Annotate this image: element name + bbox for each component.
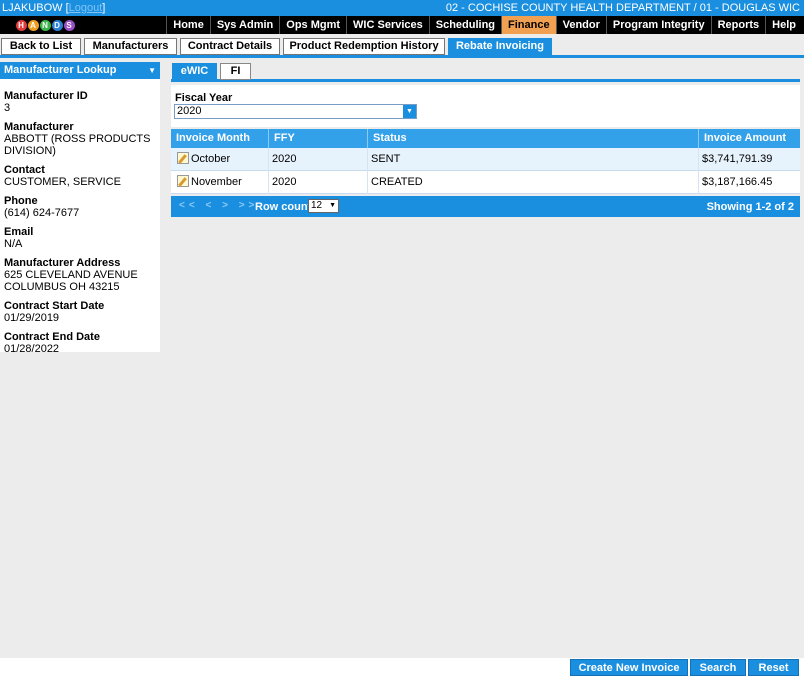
col-invoice-month[interactable]: Invoice Month [171, 129, 269, 148]
cell-ffy: 2020 [269, 171, 368, 194]
field-contact: Contact CUSTOMER, SERVICE [0, 164, 160, 188]
field-label: Phone [4, 195, 38, 207]
edit-icon[interactable] [177, 175, 189, 187]
field-label: Contact [4, 164, 45, 176]
menu-reports[interactable]: Reports [710, 16, 766, 34]
menu-bar: Home Sys Admin Ops Mgmt WIC Services Sch… [166, 16, 802, 34]
cell-invoice-amount: $3,741,791.39 [702, 153, 773, 165]
menu-vendor[interactable]: Vendor [555, 16, 606, 34]
field-manufacturer-id: Manufacturer ID 3 [0, 90, 160, 114]
row-count-select[interactable]: 12 ▼ [308, 199, 339, 213]
footer-bar: Create New Invoice Search Reset [0, 658, 804, 677]
menu-home[interactable]: Home [166, 16, 210, 34]
field-value: N/A [4, 238, 23, 250]
field-value: ABBOTT (ROSS PRODUCTS [4, 133, 151, 145]
logo-letter: S [63, 19, 75, 31]
search-button[interactable]: Search [690, 659, 746, 676]
cell-status: CREATED [368, 171, 699, 194]
field-value: 3 [4, 102, 11, 114]
field-label: Contract End Date [4, 331, 100, 343]
grid-pager: << < > >> Row count: 12 ▼ Showing 1-2 of … [171, 196, 800, 217]
manufacturer-sidebar: Manufacturer Lookup ▼ Manufacturer ID 3 M… [0, 62, 160, 355]
row-count-value: 12 [311, 200, 323, 211]
hands-logo: H A N D S [4, 16, 86, 34]
top-bar: LJAKUBOW [Logout] 02 - COCHISE COUNTY HE… [0, 0, 804, 16]
invoice-month-text: November [191, 176, 242, 188]
field-label: Contract Start Date [4, 300, 105, 312]
chevron-down-icon: ▼ [403, 105, 416, 118]
logo-letter: D [51, 19, 63, 31]
field-manufacturer: Manufacturer ABBOTT (ROSS PRODUCTS DIVIS… [0, 121, 160, 157]
col-invoice-amount[interactable]: Invoice Amount [699, 129, 800, 148]
cell-ffy: 2020 [269, 148, 368, 171]
tab-fi[interactable]: FI [220, 63, 251, 80]
fiscal-year-select[interactable]: 2020 ▼ [174, 104, 417, 119]
menu-ops-mgmt[interactable]: Ops Mgmt [279, 16, 346, 34]
field-value: 625 CLEVELAND AVENUE [4, 269, 138, 281]
chevron-down-icon: ▼ [148, 66, 156, 75]
cell-invoice-month: October [171, 148, 269, 171]
cell-status: SENT [368, 148, 699, 171]
field-value: 01/29/2019 [4, 312, 60, 324]
user-info: LJAKUBOW [Logout] [2, 2, 106, 14]
page-tabs: Back to List Manufacturers Contract Deta… [0, 38, 804, 58]
field-label: Manufacturer Address [4, 257, 121, 269]
tab-rebate-invoicing[interactable]: Rebate Invoicing [448, 38, 552, 55]
field-contract-end-date: Contract End Date 01/28/2022 [0, 331, 160, 355]
field-value: CUSTOMER, SERVICE [4, 176, 121, 188]
department-label: 02 - COCHISE COUNTY HEALTH DEPARTMENT / … [445, 2, 800, 14]
fiscal-year-label: Fiscal Year [175, 92, 233, 104]
col-ffy[interactable]: FFY [269, 129, 368, 148]
row-count-label: Row count: [255, 201, 315, 213]
field-value: COLUMBUS OH 43215 [4, 281, 120, 293]
cell-invoice-amount: $3,187,166.45 [702, 176, 773, 188]
menu-scheduling[interactable]: Scheduling [428, 16, 501, 34]
col-status[interactable]: Status [368, 129, 699, 148]
edit-icon[interactable] [177, 152, 189, 164]
logo-letter: A [27, 19, 39, 31]
create-new-invoice-button[interactable]: Create New Invoice [570, 659, 688, 676]
tab-ewic[interactable]: eWIC [172, 63, 217, 80]
manufacturer-lookup-button[interactable]: Manufacturer Lookup ▼ [0, 62, 160, 79]
invoice-type-tabs: eWIC FI [171, 62, 800, 82]
logout-link[interactable]: Logout [69, 2, 103, 14]
showing-count: Showing 1-2 of 2 [706, 201, 794, 213]
reset-button[interactable]: Reset [748, 659, 799, 676]
grid-header: Invoice Month FFY Status Invoice Amount [171, 129, 800, 148]
menu-sys-admin[interactable]: Sys Admin [209, 16, 279, 34]
tab-product-redemption-history[interactable]: Product Redemption History [283, 38, 445, 55]
pager-nav-buttons[interactable]: << < > >> [179, 200, 258, 211]
tab-contract-details[interactable]: Contract Details [180, 38, 280, 55]
menu-finance[interactable]: Finance [501, 16, 556, 34]
username: LJAKUBOW [2, 2, 63, 14]
cell-invoice-month: November [171, 171, 269, 194]
table-row[interactable]: October 2020 SENT $3,741,791.39 [171, 148, 800, 171]
chevron-down-icon: ▼ [329, 202, 336, 209]
tab-manufacturers[interactable]: Manufacturers [84, 38, 177, 55]
logo-letter: H [15, 19, 27, 31]
field-email: Email N/A [0, 226, 160, 250]
logo-letter: N [39, 19, 51, 31]
field-phone: Phone (614) 624-7677 [0, 195, 160, 219]
menu-wic-services[interactable]: WIC Services [346, 16, 429, 34]
field-label: Email [4, 226, 34, 238]
fiscal-year-value: 2020 [177, 105, 202, 117]
manufacturer-lookup-label: Manufacturer Lookup [4, 64, 117, 76]
field-value: 01/28/2022 [4, 343, 60, 355]
field-contract-start-date: Contract Start Date 01/29/2019 [0, 300, 160, 324]
field-value: DIVISION) [4, 145, 56, 157]
invoice-month-text: October [191, 153, 231, 165]
table-row[interactable]: November 2020 CREATED $3,187,166.45 [171, 171, 800, 194]
field-manufacturer-address: Manufacturer Address 625 CLEVELAND AVENU… [0, 257, 160, 293]
fiscal-year-panel: Fiscal Year 2020 ▼ [171, 85, 800, 127]
menu-help[interactable]: Help [765, 16, 802, 34]
field-value: (614) 624-7677 [4, 207, 80, 219]
tab-back-to-list[interactable]: Back to List [1, 38, 81, 55]
field-label: Manufacturer ID [4, 90, 88, 102]
field-label: Manufacturer [4, 121, 74, 133]
menu-program-integrity[interactable]: Program Integrity [605, 16, 711, 34]
main-nav: H A N D S Home Sys Admin Ops Mgmt WIC Se… [0, 16, 804, 34]
